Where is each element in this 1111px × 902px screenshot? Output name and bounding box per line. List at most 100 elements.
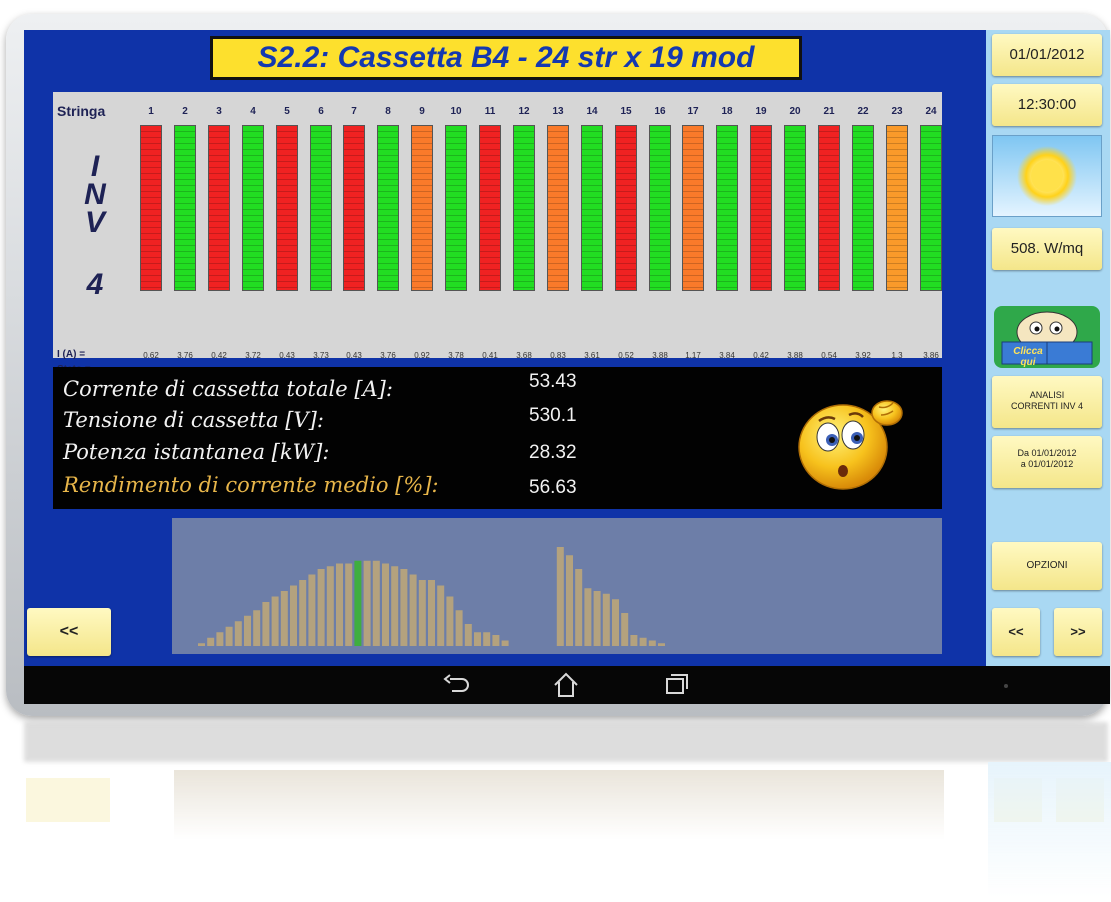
string-number: 18 bbox=[721, 106, 733, 117]
string-current: 3.88 bbox=[652, 351, 668, 360]
string-number: 5 bbox=[284, 106, 290, 117]
string-current: 0.41 bbox=[482, 351, 498, 360]
string-current: 3.72 bbox=[245, 351, 261, 360]
cliccami-button[interactable]: Clicca qui bbox=[992, 298, 1102, 376]
chart-bar bbox=[630, 635, 638, 646]
string-bar-18[interactable] bbox=[716, 125, 738, 291]
string-bar-3[interactable] bbox=[208, 125, 230, 291]
string-bar-12[interactable] bbox=[513, 125, 535, 291]
chart-bar bbox=[354, 560, 362, 646]
string-bar-5[interactable] bbox=[276, 125, 298, 291]
chart-bar bbox=[658, 643, 665, 646]
string-current: 3.88 bbox=[787, 351, 803, 360]
app-screen: S2.2: Cassetta B4 - 24 str x 19 mod Stri… bbox=[24, 30, 1110, 666]
string-number: 14 bbox=[586, 106, 598, 117]
string-current: 0.42 bbox=[753, 351, 769, 360]
string-bar-19[interactable] bbox=[750, 125, 772, 291]
string-bar-24[interactable] bbox=[920, 125, 942, 291]
string-number: 19 bbox=[755, 106, 767, 117]
time-display: 12:30:00 bbox=[992, 84, 1102, 126]
string-bar-6[interactable] bbox=[310, 125, 332, 291]
string-number: 1 bbox=[148, 106, 154, 117]
date-range-button[interactable]: Da 01/01/2012 a 01/01/2012 bbox=[992, 436, 1102, 488]
chart-bar bbox=[409, 574, 417, 646]
chart-bar bbox=[400, 569, 408, 646]
chart-bar bbox=[602, 593, 610, 646]
string-bar-15[interactable] bbox=[615, 125, 637, 291]
string-number: 4 bbox=[250, 106, 256, 117]
chart-bar bbox=[584, 588, 592, 646]
string-columns: 10.620.1523.760.9530.420.1043.720.9450.4… bbox=[53, 92, 942, 375]
chart-bar bbox=[428, 580, 435, 646]
chart-bar bbox=[253, 610, 261, 646]
string-number: 15 bbox=[620, 106, 632, 117]
chart-bar bbox=[280, 591, 288, 646]
string-bar-4[interactable] bbox=[242, 125, 264, 291]
screen-reflection bbox=[6, 722, 1111, 898]
home-nav-icon[interactable] bbox=[551, 671, 581, 699]
total-current-value: 53.43 bbox=[529, 371, 577, 392]
string-bar-9[interactable] bbox=[411, 125, 433, 291]
chart-bar bbox=[336, 563, 343, 646]
chart-bar bbox=[290, 585, 297, 646]
chart-bar bbox=[372, 560, 380, 646]
recent-apps-icon[interactable] bbox=[664, 672, 690, 696]
efficiency-label: Rendimento di corrente medio [%]: bbox=[63, 473, 439, 497]
options-button[interactable]: OPZIONI bbox=[992, 542, 1102, 590]
string-number: 22 bbox=[857, 106, 869, 117]
string-bar-14[interactable] bbox=[581, 125, 603, 291]
string-bar-16[interactable] bbox=[649, 125, 671, 291]
daily-chart bbox=[172, 518, 942, 654]
string-current: 0.62 bbox=[143, 351, 159, 360]
android-nav-bar bbox=[24, 666, 1110, 704]
string-bar-8[interactable] bbox=[377, 125, 399, 291]
string-number: 7 bbox=[351, 106, 357, 117]
chart-bar bbox=[474, 632, 481, 646]
string-bar-10[interactable] bbox=[445, 125, 467, 291]
string-current: 3.73 bbox=[313, 351, 329, 360]
string-bar-13[interactable] bbox=[547, 125, 569, 291]
chart-bar bbox=[566, 555, 573, 646]
sun-icon bbox=[1017, 146, 1077, 206]
string-bar-20[interactable] bbox=[784, 125, 806, 291]
chart-bar bbox=[234, 621, 242, 646]
chart-bar bbox=[225, 626, 233, 646]
chart-bar bbox=[198, 643, 205, 646]
back-nav-icon[interactable] bbox=[442, 674, 472, 696]
chart-bar bbox=[308, 574, 316, 646]
chart-bar bbox=[418, 580, 426, 646]
string-current: 3.78 bbox=[448, 351, 464, 360]
string-number: 3 bbox=[216, 106, 222, 117]
string-bar-23[interactable] bbox=[886, 125, 908, 291]
string-number: 9 bbox=[419, 106, 425, 117]
string-bar-11[interactable] bbox=[479, 125, 501, 291]
chart-bar bbox=[621, 613, 629, 646]
string-bar-2[interactable] bbox=[174, 125, 196, 291]
string-bar-7[interactable] bbox=[343, 125, 365, 291]
chart-bar bbox=[207, 637, 215, 646]
string-number: 2 bbox=[182, 106, 188, 117]
power-value: 28.32 bbox=[529, 442, 577, 463]
chart-bar bbox=[648, 640, 656, 646]
string-current: 0.52 bbox=[618, 351, 634, 360]
string-current: 3.76 bbox=[177, 351, 193, 360]
chart-bar bbox=[363, 560, 371, 646]
cliccami-label: Clicca qui bbox=[1013, 346, 1043, 368]
chart-bar bbox=[446, 596, 454, 646]
chart-bar bbox=[556, 547, 564, 646]
prev-button[interactable]: << bbox=[992, 608, 1040, 656]
chart-bar bbox=[345, 563, 353, 646]
string-bar-22[interactable] bbox=[852, 125, 874, 291]
next-button[interactable]: >> bbox=[1054, 608, 1102, 656]
string-bar-17[interactable] bbox=[682, 125, 704, 291]
string-bar-1[interactable] bbox=[140, 125, 162, 291]
string-current: 0.43 bbox=[346, 351, 362, 360]
analisi-correnti-button[interactable]: ANALISI CORRENTI INV 4 bbox=[992, 376, 1102, 428]
string-current: 3.76 bbox=[380, 351, 396, 360]
page-title: S2.2: Cassetta B4 - 24 str x 19 mod bbox=[210, 36, 802, 80]
range-line1: Da 01/01/2012 bbox=[1017, 448, 1077, 458]
back-button[interactable]: << bbox=[27, 608, 111, 656]
chart-bar bbox=[501, 640, 509, 646]
chart-bar bbox=[391, 566, 399, 646]
string-bar-21[interactable] bbox=[818, 125, 840, 291]
